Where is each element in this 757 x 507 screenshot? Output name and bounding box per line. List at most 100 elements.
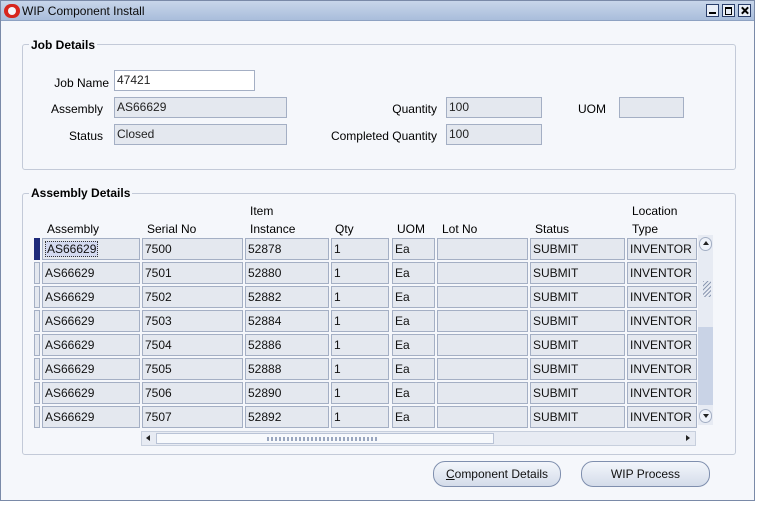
cell-assembly[interactable]: AS66629 — [42, 286, 140, 308]
cell-item-instance[interactable]: 52886 — [245, 334, 329, 356]
component-details-mnemonic: C — [445, 467, 455, 481]
cell-location-type[interactable]: INVENTOR — [627, 262, 697, 284]
quantity-label: Quantity — [392, 102, 437, 116]
cell-item-instance[interactable]: 52890 — [245, 382, 329, 404]
scroll-up-icon[interactable] — [699, 237, 712, 251]
cell-assembly[interactable]: AS66629 — [42, 406, 140, 428]
close-icon[interactable] — [738, 4, 751, 17]
vertical-scrollbar[interactable] — [698, 235, 713, 425]
cell-item-instance[interactable]: 52882 — [245, 286, 329, 308]
cell-item-instance[interactable]: 52884 — [245, 310, 329, 332]
scroll-left-icon[interactable] — [144, 433, 155, 444]
cell-serial-no[interactable]: 7507 — [142, 406, 243, 428]
cell-uom[interactable]: Ea — [392, 406, 435, 428]
scroll-down-icon[interactable] — [699, 409, 712, 423]
cell-assembly[interactable]: AS66629 — [42, 238, 140, 260]
cell-uom[interactable]: Ea — [392, 334, 435, 356]
cell-serial-no[interactable]: 7500 — [142, 238, 243, 260]
quantity-field: 100 — [446, 97, 542, 118]
row-indicator[interactable] — [34, 238, 40, 260]
cell-qty[interactable]: 1 — [331, 406, 389, 428]
job-name-field[interactable]: 47421 — [114, 70, 255, 91]
col-header-item-instance-line2: Instance — [250, 222, 296, 236]
cell-location-type[interactable]: INVENTOR — [627, 382, 697, 404]
cell-lot-no[interactable] — [437, 382, 528, 404]
cell-item-instance[interactable]: 52880 — [245, 262, 329, 284]
cell-lot-no[interactable] — [437, 262, 528, 284]
horizontal-scroll-thumb[interactable] — [156, 433, 494, 444]
minimize-icon[interactable] — [706, 4, 719, 17]
col-header-status: Status — [535, 222, 570, 236]
cell-lot-no[interactable] — [437, 406, 528, 428]
cell-qty[interactable]: 1 — [331, 286, 389, 308]
cell-lot-no[interactable] — [437, 238, 528, 260]
cell-serial-no[interactable]: 7505 — [142, 358, 243, 380]
col-header-location-type-line2: Type — [632, 222, 659, 236]
status-field: Closed — [114, 124, 287, 145]
cell-lot-no[interactable] — [437, 286, 528, 308]
cell-location-type[interactable]: INVENTOR — [627, 406, 697, 428]
wip-component-install-window: WIP Component Install Job Details Job Na… — [0, 0, 755, 501]
cell-item-instance[interactable]: 52878 — [245, 238, 329, 260]
cell-uom[interactable]: Ea — [392, 382, 435, 404]
cell-uom[interactable]: Ea — [392, 310, 435, 332]
scroll-right-icon[interactable] — [682, 433, 693, 444]
cell-qty[interactable]: 1 — [331, 358, 389, 380]
cell-status[interactable]: SUBMIT — [530, 406, 625, 428]
cell-serial-no[interactable]: 7503 — [142, 310, 243, 332]
grip-icon — [703, 281, 711, 297]
cell-qty[interactable]: 1 — [331, 334, 389, 356]
cell-status[interactable]: SUBMIT — [530, 382, 625, 404]
cell-qty[interactable]: 1 — [331, 382, 389, 404]
cell-lot-no[interactable] — [437, 358, 528, 380]
cell-location-type[interactable]: INVENTOR — [627, 358, 697, 380]
cell-location-type[interactable]: INVENTOR — [627, 310, 697, 332]
row-indicator[interactable] — [34, 310, 40, 332]
cell-serial-no[interactable]: 7504 — [142, 334, 243, 356]
cell-item-instance[interactable]: 52888 — [245, 358, 329, 380]
row-indicator[interactable] — [34, 406, 40, 428]
cell-item-instance[interactable]: 52892 — [245, 406, 329, 428]
maximize-icon[interactable] — [722, 4, 735, 17]
cell-serial-no[interactable]: 7502 — [142, 286, 243, 308]
cell-assembly[interactable]: AS66629 — [42, 334, 140, 356]
cell-assembly[interactable]: AS66629 — [42, 262, 140, 284]
cell-serial-no[interactable]: 7501 — [142, 262, 243, 284]
cell-status[interactable]: SUBMIT — [530, 334, 625, 356]
cell-uom[interactable]: Ea — [392, 286, 435, 308]
cell-location-type[interactable]: INVENTOR — [627, 238, 697, 260]
vertical-scroll-thumb[interactable] — [698, 327, 713, 405]
row-indicator[interactable] — [34, 262, 40, 284]
title-bar[interactable]: WIP Component Install — [1, 1, 754, 21]
component-details-button[interactable]: Component Details — [433, 461, 561, 487]
cell-uom[interactable]: Ea — [392, 358, 435, 380]
wip-process-button[interactable]: WIP Process — [581, 461, 710, 487]
cell-status[interactable]: SUBMIT — [530, 310, 625, 332]
completed-quantity-field: 100 — [446, 124, 542, 145]
cell-status[interactable]: SUBMIT — [530, 358, 625, 380]
cell-status[interactable]: SUBMIT — [530, 262, 625, 284]
cell-qty[interactable]: 1 — [331, 310, 389, 332]
row-indicator[interactable] — [34, 358, 40, 380]
assembly-details-title: Assembly Details — [29, 186, 133, 200]
row-indicator[interactable] — [34, 286, 40, 308]
cell-lot-no[interactable] — [437, 310, 528, 332]
cell-uom[interactable]: Ea — [392, 238, 435, 260]
cell-status[interactable]: SUBMIT — [530, 238, 625, 260]
cell-location-type[interactable]: INVENTOR — [627, 334, 697, 356]
cell-qty[interactable]: 1 — [331, 262, 389, 284]
row-indicator[interactable] — [34, 334, 40, 356]
cell-assembly[interactable]: AS66629 — [42, 382, 140, 404]
cell-status[interactable]: SUBMIT — [530, 286, 625, 308]
cell-uom[interactable]: Ea — [392, 262, 435, 284]
cell-assembly[interactable]: AS66629 — [42, 310, 140, 332]
cell-qty[interactable]: 1 — [331, 238, 389, 260]
cell-lot-no[interactable] — [437, 334, 528, 356]
cell-assembly[interactable]: AS66629 — [42, 358, 140, 380]
col-header-item-instance-line1: Item — [250, 204, 274, 218]
cell-location-type[interactable]: INVENTOR — [627, 286, 697, 308]
status-label: Status — [68, 129, 103, 143]
row-indicator[interactable] — [34, 382, 40, 404]
cell-serial-no[interactable]: 7506 — [142, 382, 243, 404]
horizontal-scrollbar[interactable] — [141, 431, 696, 446]
